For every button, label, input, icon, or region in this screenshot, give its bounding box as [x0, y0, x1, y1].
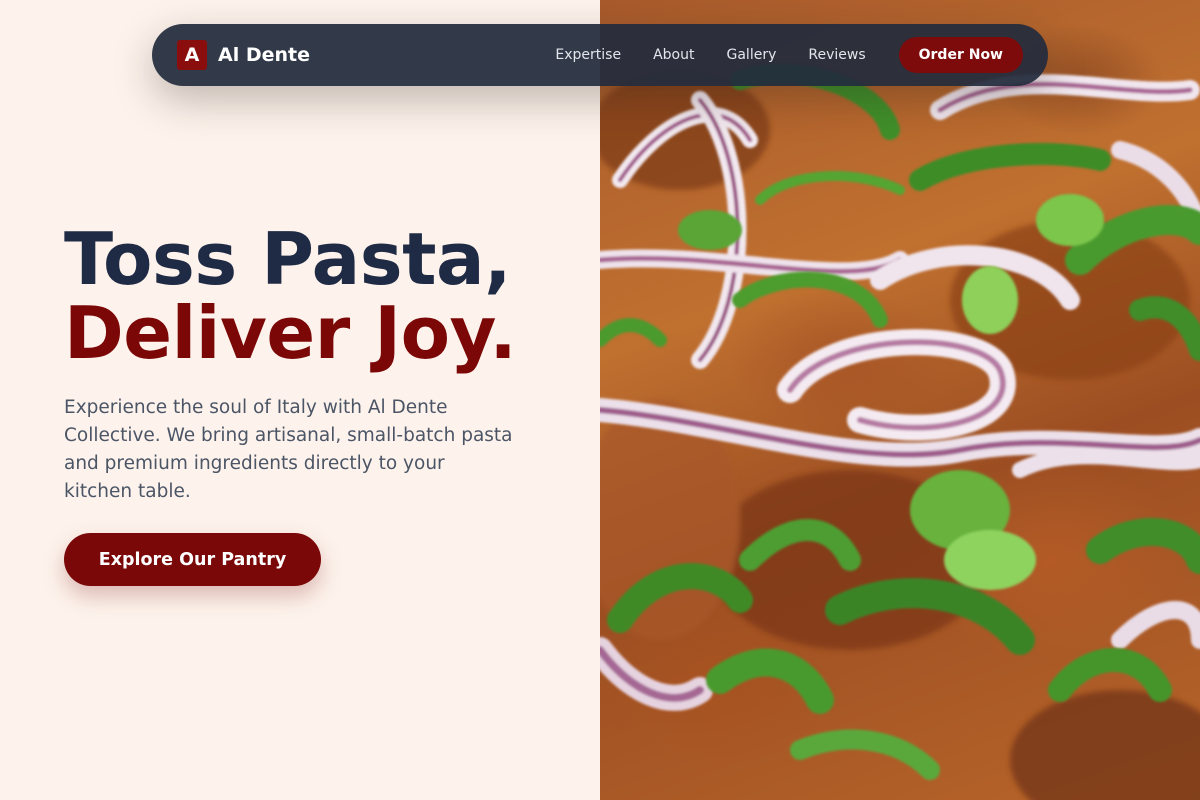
hero-title: Toss Pasta, Deliver Joy. — [64, 217, 517, 375]
explore-pantry-button[interactable]: Explore Our Pantry — [64, 533, 321, 586]
nav-link-expertise[interactable]: Expertise — [555, 47, 621, 63]
hero-description: Experience the soul of Italy with Al Den… — [64, 397, 513, 502]
hero-title-line-1: Toss Pasta, — [64, 217, 511, 301]
brand-name: Al Dente — [218, 44, 310, 66]
nav-link-about[interactable]: About — [653, 47, 694, 63]
food-photo-illustration — [600, 63, 1200, 800]
nav-link-reviews[interactable]: Reviews — [808, 47, 865, 63]
nav-links: Expertise About Gallery Reviews Order No… — [555, 37, 1023, 73]
hero-title-line-2: Deliver Joy. — [64, 291, 517, 375]
hero-image — [600, 0, 1200, 800]
top-navbar: A Al Dente Expertise About Gallery Revie… — [152, 24, 1048, 86]
brand-logo[interactable]: A Al Dente — [177, 40, 310, 70]
order-now-button[interactable]: Order Now — [898, 37, 1023, 73]
brand-mark-icon: A — [177, 40, 207, 70]
nav-link-gallery[interactable]: Gallery — [727, 47, 777, 63]
